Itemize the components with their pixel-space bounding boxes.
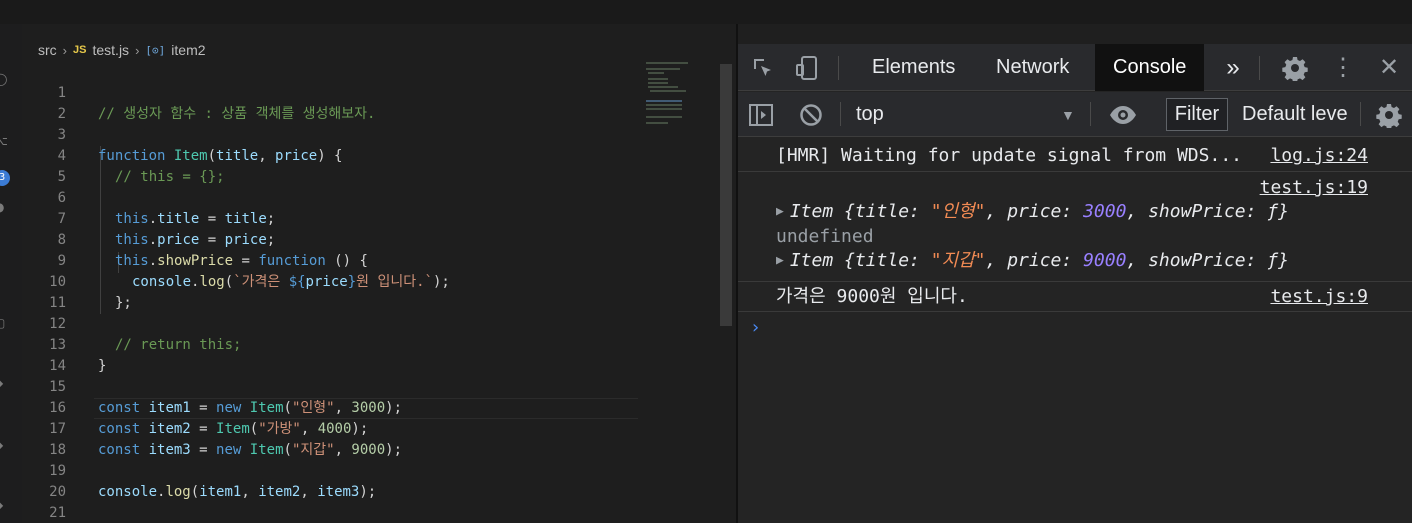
variable-symbol-icon: [⊙] [145, 43, 166, 57]
code-line: 2 [22, 83, 722, 122]
code-line: 20 [22, 461, 722, 500]
log-levels-dropdown[interactable]: Default levels [1242, 92, 1348, 137]
code-line: 17 const item3 = new Item("지갑", 9000); [22, 398, 722, 458]
code-line: 4 // this = {}; [22, 125, 722, 185]
search-icon[interactable]: ◯ [0, 72, 8, 86]
code-line: 19 console.log(item1, item2, item3); [22, 440, 722, 500]
clear-console-icon[interactable] [796, 92, 826, 137]
devtools-top-strip [738, 24, 1412, 44]
dropdown-arrow-icon[interactable]: ▼ [1061, 107, 1075, 123]
object-preview[interactable]: ▶ Item {title: "인형", price: 3000, showPri… [776, 200, 1289, 224]
chevron-right-icon: › [135, 42, 140, 58]
breadcrumb-symbol[interactable]: item2 [171, 42, 205, 58]
breadcrumb-folder[interactable]: src [38, 42, 57, 58]
close-icon[interactable]: ✕ [1374, 44, 1404, 91]
code-line: 16 const item2 = Item("가방", 4000); [22, 377, 722, 437]
kebab-menu-icon[interactable]: ⋮ [1328, 44, 1358, 91]
tab-elements[interactable]: Elements [854, 44, 973, 91]
source-control-badge: 3 [0, 170, 10, 186]
devtools-tabbar: Elements Network Console » ⋮ ✕ [738, 44, 1412, 91]
code-line: 15 const item1 = new Item("인형", 3000); [22, 356, 722, 416]
code-line: 18 [22, 419, 722, 458]
context-value: top [856, 103, 884, 125]
console-settings-gear-icon[interactable] [1374, 92, 1404, 137]
tab-network[interactable]: Network [978, 44, 1087, 91]
sidebar-toggle-icon[interactable] [746, 92, 776, 137]
chevron-right-icon: › [62, 42, 68, 58]
expand-triangle-icon[interactable]: ▶ [776, 249, 784, 273]
code-line: 10 }; [22, 251, 722, 311]
toolbar-divider [1090, 102, 1091, 126]
message-text: 가격은 9000원 입니다. [776, 286, 968, 307]
code-line: 21 item3.showPrice(); [22, 482, 722, 521]
activity-bar: ◯ ⌥ 3 ● › ▢ ◆ ◆ ◆ [0, 24, 22, 523]
code-line: 14 [22, 335, 722, 374]
code-line: 3 function Item(title, price) { [22, 104, 722, 164]
accounts-icon[interactable]: ◆ [0, 438, 8, 452]
breadcrumb: src › JS test.js › [⊙] item2 [38, 40, 206, 60]
code-line: 12 // return this; [22, 293, 722, 353]
settings-gear-icon[interactable] [1278, 44, 1312, 91]
expand-triangle-icon[interactable]: ▶ [776, 200, 784, 224]
devtools-panel: Elements Network Console » ⋮ ✕ top ▼ Fil… [738, 24, 1412, 523]
settings-icon[interactable]: ◆ [0, 498, 8, 512]
console-output[interactable]: [HMR] Waiting for update signal from WDS… [738, 138, 1412, 523]
console-message: 가격은 9000원 입니다. test.js:9 [738, 282, 1412, 312]
run-icon[interactable]: › [0, 260, 8, 274]
tab-console[interactable]: Console [1095, 44, 1205, 91]
remote-icon[interactable]: ◆ [0, 376, 8, 390]
code-line: 8 this.showPrice = function () { [22, 209, 722, 269]
toolbar-divider [840, 102, 841, 126]
source-link[interactable]: log.js:24 [1270, 144, 1368, 168]
toolbar-divider [1259, 56, 1260, 80]
source-link[interactable]: test.js:19 [1260, 176, 1368, 200]
console-prompt-icon[interactable]: › [750, 316, 761, 340]
live-expression-eye-icon[interactable] [1106, 92, 1140, 137]
breadcrumb-file[interactable]: test.js [92, 42, 129, 58]
code-line: 9 console.log(`가격은 ${price}원 입니다.`); [22, 230, 722, 290]
toolbar-divider [838, 56, 839, 80]
toolbar-divider [1360, 102, 1361, 126]
debug-icon[interactable]: ● [0, 200, 8, 214]
console-message: test.js:19 ▶ Item {title: "인형", price: 30… [738, 172, 1412, 282]
code-line: 6 this.title = title; [22, 167, 722, 227]
source-control-icon[interactable]: ⌥ [0, 134, 8, 148]
code-line: 5 [22, 146, 722, 185]
window-top-strip [0, 0, 1412, 24]
code-line: 1 // 생성자 함수 : 상품 객체를 생성해보자. [22, 62, 722, 122]
code-editor[interactable]: src › JS test.js › [⊙] item2 1 // 생성자 함수… [22, 24, 736, 523]
javascript-file-icon: JS [73, 44, 87, 56]
filter-input[interactable]: Filter [1166, 98, 1228, 131]
code-line: 22 [22, 503, 722, 523]
extensions-icon[interactable]: ▢ [0, 316, 8, 330]
inspect-element-icon[interactable] [748, 44, 778, 91]
more-tabs-icon[interactable]: » [1216, 44, 1250, 91]
object-preview[interactable]: ▶ Item {title: "지갑", price: 9000, showPri… [776, 249, 1289, 273]
console-filterbar: top ▼ Filter Default levels [738, 92, 1412, 137]
source-link[interactable]: test.js:9 [1270, 285, 1368, 309]
message-text: [HMR] Waiting for update signal from WDS… [776, 145, 1242, 166]
code-line: 11 [22, 272, 722, 311]
javascript-context-select[interactable]: top [856, 92, 884, 137]
code-line: 7 this.price = price; [22, 188, 722, 248]
console-message: [HMR] Waiting for update signal from WDS… [738, 138, 1412, 172]
code-line: 13 } [22, 314, 722, 374]
device-toolbar-icon[interactable] [792, 44, 822, 91]
undefined-value: undefined [776, 226, 874, 247]
